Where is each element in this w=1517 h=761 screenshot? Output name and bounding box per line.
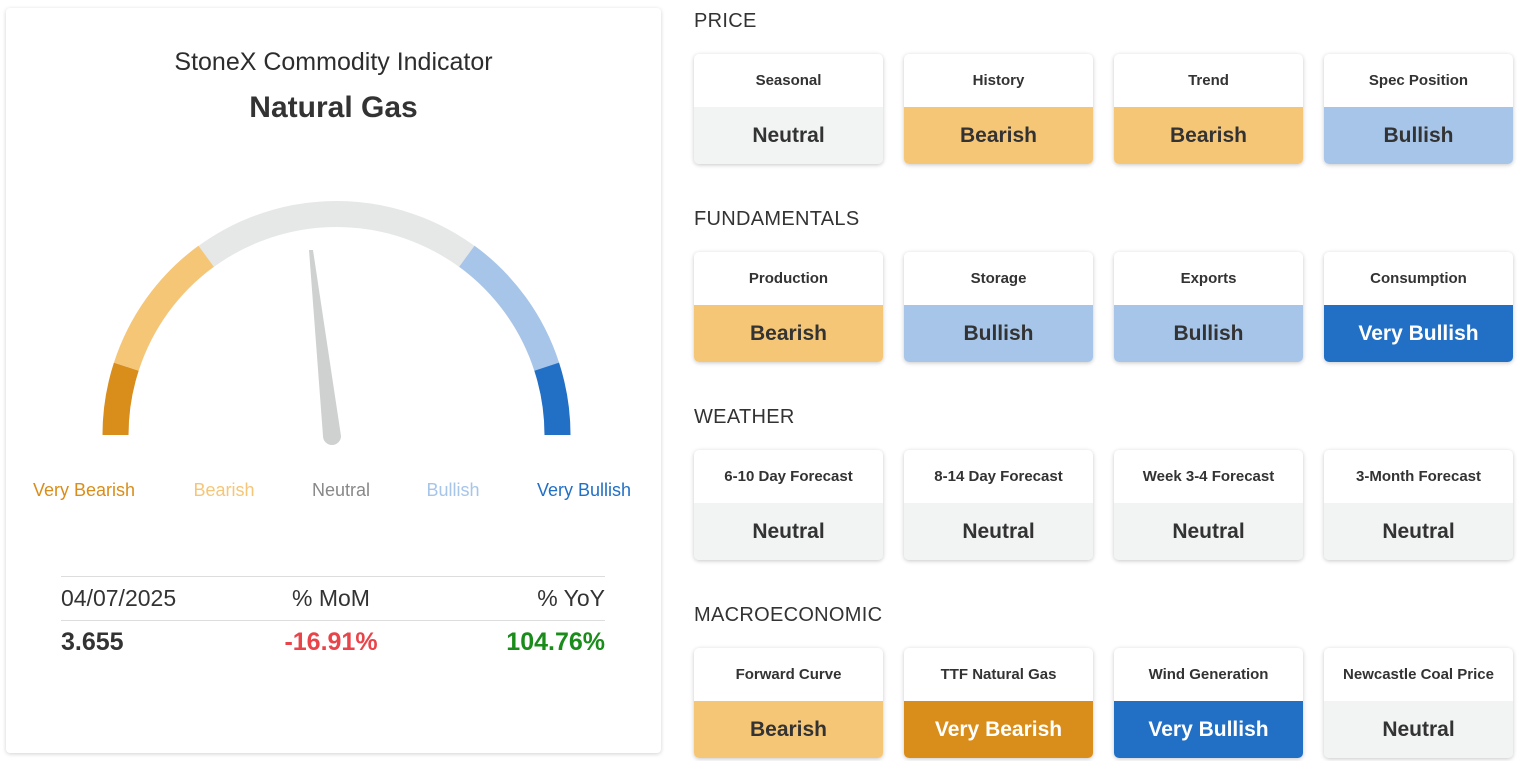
gauge-label-neutral: Neutral — [311, 480, 371, 500]
tile-status-value: Neutral — [694, 107, 883, 164]
indicator-tile-production[interactable]: Production Bearish — [694, 252, 883, 362]
tile-status-value: Neutral — [1324, 503, 1513, 560]
tile-status-value: Neutral — [1114, 503, 1303, 560]
indicator-tile-week-3-4-forecast[interactable]: Week 3-4 Forecast Neutral — [1114, 450, 1303, 560]
gauge-segment-very-bullish — [534, 362, 571, 436]
gauge-segment-very-bearish — [102, 362, 139, 436]
gauge-label-bearish: Bearish — [193, 480, 255, 500]
indicator-tile-consumption[interactable]: Consumption Very Bullish — [1324, 252, 1513, 362]
tile-status-value: Neutral — [694, 503, 883, 560]
tile-status-value: Bullish — [904, 305, 1093, 362]
tile-status-value: Bearish — [1114, 107, 1303, 164]
tile-label: History — [972, 72, 1025, 89]
gauge-label-bullish: Bullish — [426, 480, 480, 500]
tile-label: Wind Generation — [1148, 666, 1269, 683]
tile-status-value: Bullish — [1324, 107, 1513, 164]
indicator-tile-storage[interactable]: Storage Bullish — [904, 252, 1093, 362]
tile-label: Newcastle Coal Price — [1343, 666, 1494, 683]
tile-status-value: Very Bearish — [904, 701, 1093, 758]
tile-label: 8-14 Day Forecast — [934, 468, 1063, 485]
tile-status-value: Bullish — [1114, 305, 1303, 362]
price-stats-table: 04/07/2025 % MoM % YoY 3.655 -16.91% 104… — [61, 576, 605, 664]
gauge-arc-track — [102, 201, 571, 436]
stats-values-row: 3.655 -16.91% 104.76% — [61, 620, 605, 664]
tile-label: Exports — [1180, 270, 1237, 287]
gauge-label-very-bullish: Very Bullish — [536, 480, 632, 500]
tile-label: Week 3-4 Forecast — [1142, 468, 1275, 485]
tile-status-value: Very Bullish — [1114, 701, 1303, 758]
indicator-card: StoneX Commodity Indicator Natural Gas V… — [6, 8, 661, 753]
sentiment-gauge — [102, 201, 571, 445]
indicator-tile-exports[interactable]: Exports Bullish — [1114, 252, 1303, 362]
section-title-fundamentals: FUNDAMENTALS — [694, 208, 860, 230]
indicator-tile-newcastle-coal-price[interactable]: Newcastle Coal Price Neutral — [1324, 648, 1513, 758]
gauge-needle — [309, 250, 341, 445]
tile-label: Trend — [1188, 72, 1229, 89]
indicator-tile-wind-generation[interactable]: Wind Generation Very Bullish — [1114, 648, 1303, 758]
indicator-tile-history[interactable]: History Bearish — [904, 54, 1093, 164]
indicator-tile-8-14-day-forecast[interactable]: 8-14 Day Forecast Neutral — [904, 450, 1093, 560]
stats-price: 3.655 — [61, 628, 124, 656]
tile-label: Spec Position — [1368, 72, 1469, 89]
indicator-tile-forward-curve[interactable]: Forward Curve Bearish — [694, 648, 883, 758]
stats-mom-value: -16.91% — [284, 628, 378, 656]
gauge-label-very-bearish: Very Bearish — [32, 480, 136, 500]
tile-label: TTF Natural Gas — [940, 666, 1057, 683]
gauge-segment-bearish — [113, 245, 214, 371]
stats-yoy-value: 104.76% — [506, 628, 605, 656]
stats-yoy-label: % YoY — [537, 585, 605, 611]
tile-status-value: Bearish — [694, 305, 883, 362]
tile-label: Forward Curve — [735, 666, 842, 683]
indicator-tile-trend[interactable]: Trend Bearish — [1114, 54, 1303, 164]
section-title-macroeconomic: MACROECONOMIC — [694, 604, 883, 626]
stats-mom-label: % MoM — [292, 585, 370, 611]
tile-label: Production — [748, 270, 829, 287]
stats-date: 04/07/2025 — [61, 585, 177, 611]
tile-status-value: Neutral — [904, 503, 1093, 560]
section-title-price: PRICE — [694, 10, 757, 32]
tile-status-value: Bearish — [904, 107, 1093, 164]
tile-status-value: Neutral — [1324, 701, 1513, 758]
tile-label: 6-10 Day Forecast — [724, 468, 853, 485]
tile-label: 3-Month Forecast — [1355, 468, 1481, 485]
tile-label: Consumption — [1370, 270, 1467, 287]
gauge-segment-bullish — [459, 245, 560, 371]
tile-status-value: Bearish — [694, 701, 883, 758]
section-title-weather: WEATHER — [694, 406, 795, 428]
indicator-tile-ttf-natural-gas[interactable]: TTF Natural Gas Very Bearish — [904, 648, 1093, 758]
tile-label: Storage — [970, 270, 1027, 287]
indicator-tile-3-month-forecast[interactable]: 3-Month Forecast Neutral — [1324, 450, 1513, 560]
tile-status-value: Very Bullish — [1324, 305, 1513, 362]
tile-label: Seasonal — [755, 72, 822, 89]
gauge-legend: Very Bearish Bearish Neutral Bullish Ver… — [6, 480, 661, 504]
stats-header-row: 04/07/2025 % MoM % YoY — [61, 576, 605, 620]
indicator-tile-seasonal[interactable]: Seasonal Neutral — [694, 54, 883, 164]
indicator-tile-spec-position[interactable]: Spec Position Bullish — [1324, 54, 1513, 164]
indicator-tile-6-10-day-forecast[interactable]: 6-10 Day Forecast Neutral — [694, 450, 883, 560]
